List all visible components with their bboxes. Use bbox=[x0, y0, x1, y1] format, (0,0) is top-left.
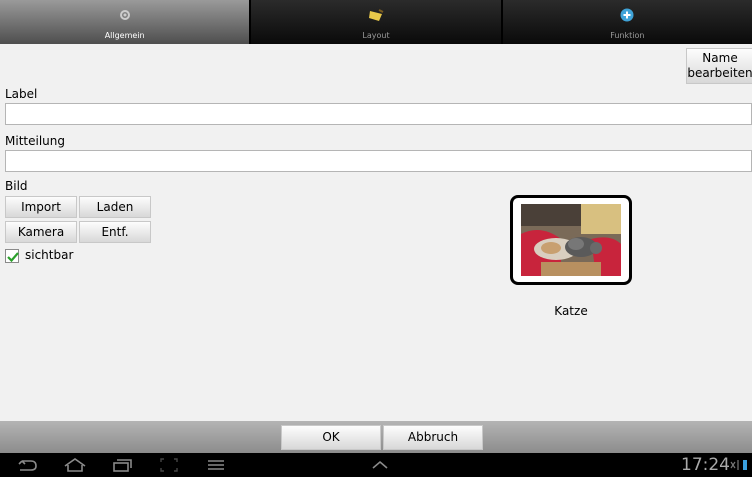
form-area: Name bearbeiten Label Mitteilung Bild Im… bbox=[0, 44, 752, 421]
tab-layout[interactable]: Layout bbox=[251, 0, 503, 44]
load-button[interactable]: Laden bbox=[79, 196, 151, 218]
message-input[interactable] bbox=[5, 150, 752, 172]
cat-photo bbox=[521, 204, 621, 276]
recent-apps-icon[interactable] bbox=[112, 458, 132, 472]
edit-name-label-1: Name bbox=[702, 51, 738, 65]
dialog-button-bar: OK Abbruch bbox=[0, 421, 752, 453]
tab-funktion[interactable]: Funktion bbox=[502, 0, 752, 44]
edit-name-label-2: bearbeiten bbox=[687, 66, 752, 80]
message-heading: Mitteilung bbox=[5, 134, 65, 148]
settings-icon bbox=[119, 10, 130, 20]
plus-circle-icon bbox=[620, 8, 634, 22]
import-button[interactable]: Import bbox=[5, 196, 77, 218]
edit-name-button[interactable]: Name bearbeiten bbox=[686, 48, 752, 84]
checkmark-icon bbox=[7, 252, 19, 263]
tab-label: Allgemein bbox=[104, 31, 145, 40]
tab-label: Funktion bbox=[610, 31, 645, 40]
screenshot-icon[interactable] bbox=[160, 458, 178, 472]
visible-label: sichtbar bbox=[25, 248, 74, 262]
home-icon[interactable] bbox=[63, 458, 87, 472]
tab-bar: Allgemein Layout Funktion bbox=[0, 0, 752, 44]
image-heading: Bild bbox=[5, 179, 28, 193]
camera-button[interactable]: Kamera bbox=[5, 221, 77, 243]
tab-allgemein[interactable]: Allgemein bbox=[0, 0, 252, 44]
clock: 17:24 bbox=[681, 455, 730, 475]
status-icons bbox=[730, 460, 747, 470]
system-navigation-bar: 17:24 bbox=[0, 453, 752, 477]
ok-button[interactable]: OK bbox=[281, 425, 381, 450]
paint-icon bbox=[368, 9, 384, 21]
chevron-up-icon[interactable] bbox=[371, 458, 389, 472]
tab-label: Layout bbox=[362, 31, 390, 40]
visible-checkbox[interactable] bbox=[5, 249, 19, 263]
back-icon[interactable] bbox=[16, 458, 38, 472]
menu-icon[interactable] bbox=[207, 458, 225, 472]
cancel-button[interactable]: Abbruch bbox=[383, 425, 483, 450]
image-caption: Katze bbox=[554, 304, 588, 318]
label-input[interactable] bbox=[5, 103, 752, 125]
label-heading: Label bbox=[5, 87, 38, 101]
remove-button[interactable]: Entf. bbox=[79, 221, 151, 243]
image-preview[interactable] bbox=[510, 195, 632, 285]
